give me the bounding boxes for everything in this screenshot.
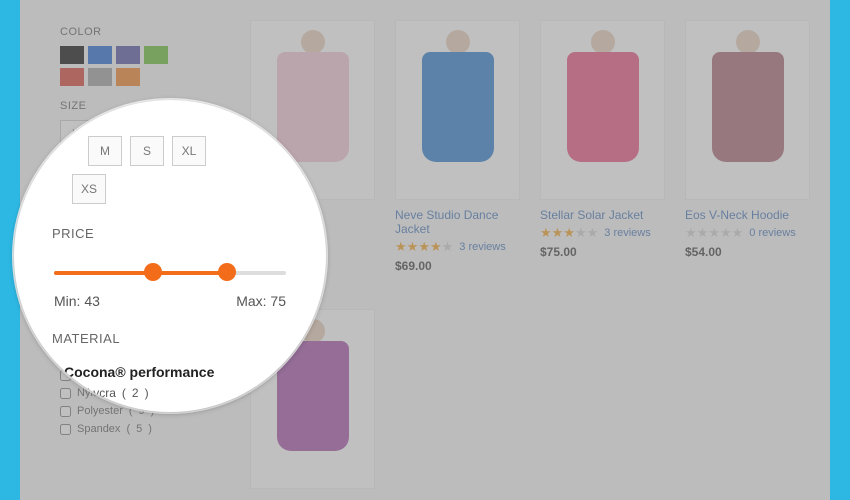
product-card[interactable]: Neve Studio Dance Jacket ★★★★★ 3 reviews… (395, 20, 520, 285)
product-name: Neve Studio Dance Jacket (395, 208, 520, 236)
star-rating-icon: ★★★★★ (395, 240, 453, 253)
price-min-label: Min: 43 (54, 293, 100, 309)
product-grid: Neve Studio Dance Jacket ★★★★★ 3 reviews… (250, 20, 810, 500)
product-name: Stellar Solar Jacket (540, 208, 665, 222)
product-name: Eos V-Neck Hoodie (685, 208, 810, 222)
rating-row: ★★★★★ 3 reviews (395, 240, 520, 253)
product-image (685, 20, 810, 200)
material-label: Polyester (77, 405, 123, 417)
product-card[interactable]: Eos V-Neck Hoodie ★★★★★ 0 reviews $54.00 (685, 20, 810, 285)
price-max-label: Max: 75 (236, 293, 286, 309)
color-swatch[interactable] (144, 46, 168, 64)
product-price: $75.00 (540, 245, 665, 259)
filter-label-price: PRICE (52, 226, 296, 241)
product-price: $54.00 (685, 245, 810, 259)
color-swatch[interactable] (116, 68, 140, 86)
color-swatch-group (60, 46, 180, 86)
magnifier-lens: M S XL XS PRICE Min: 43 Max: 75 MATERIAL… (14, 100, 326, 412)
slider-handle-max[interactable] (218, 263, 236, 281)
checkbox-icon[interactable] (60, 388, 71, 399)
checkbox-icon[interactable] (60, 424, 71, 435)
color-swatch[interactable] (88, 46, 112, 64)
color-swatch[interactable] (60, 46, 84, 64)
rating-row: ★★★★★ 0 reviews (685, 226, 810, 239)
size-option-xs[interactable]: XS (72, 174, 106, 204)
star-rating-icon: ★★★★★ (685, 226, 743, 239)
reviews-link[interactable]: 3 reviews (604, 227, 650, 239)
material-option[interactable]: Spandex (5) (60, 420, 250, 438)
filter-label-material: MATERIAL (52, 331, 296, 346)
product-image (395, 20, 520, 200)
reviews-link[interactable]: 0 reviews (749, 227, 795, 239)
price-slider[interactable] (54, 263, 286, 283)
material-label: Spandex (77, 423, 120, 435)
size-option-xl[interactable]: XL (172, 136, 206, 166)
checkbox-icon[interactable] (60, 406, 71, 417)
size-option-m[interactable]: M (88, 136, 122, 166)
star-rating-icon: ★★★★★ (540, 226, 598, 239)
filter-label-color: COLOR (60, 26, 250, 38)
size-option-s[interactable]: S (130, 136, 164, 166)
cropped-text: Au (313, 318, 326, 334)
rating-row: ★★★★★ 3 reviews (540, 226, 665, 239)
slider-handle-min[interactable] (144, 263, 162, 281)
color-swatch[interactable] (116, 46, 140, 64)
product-card[interactable]: Stellar Solar Jacket ★★★★★ 3 reviews $75… (540, 20, 665, 285)
material-option-featured[interactable]: Cocona® performance (64, 364, 296, 380)
product-image (540, 20, 665, 200)
color-swatch[interactable] (88, 68, 112, 86)
color-swatch[interactable] (60, 68, 84, 86)
reviews-link[interactable]: 3 reviews (459, 241, 505, 253)
product-price: $69.00 (395, 259, 520, 273)
slider-fill (54, 271, 227, 275)
